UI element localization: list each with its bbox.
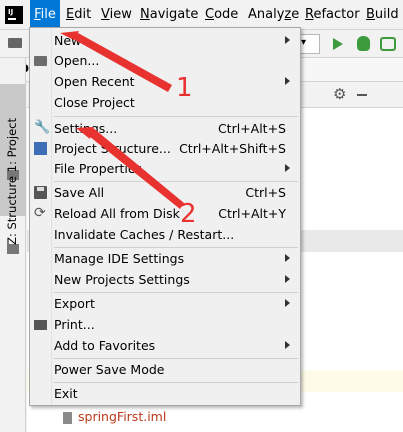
annotation-step-1: 1: [176, 73, 193, 103]
annotation-arrow-1: [66, 33, 172, 92]
annotation-arrow-2: [84, 127, 184, 209]
annotation-step-2: 2: [180, 199, 197, 229]
tutorial-annotations: [60, 31, 184, 209]
annotation-arrowhead-2: [76, 127, 93, 139]
